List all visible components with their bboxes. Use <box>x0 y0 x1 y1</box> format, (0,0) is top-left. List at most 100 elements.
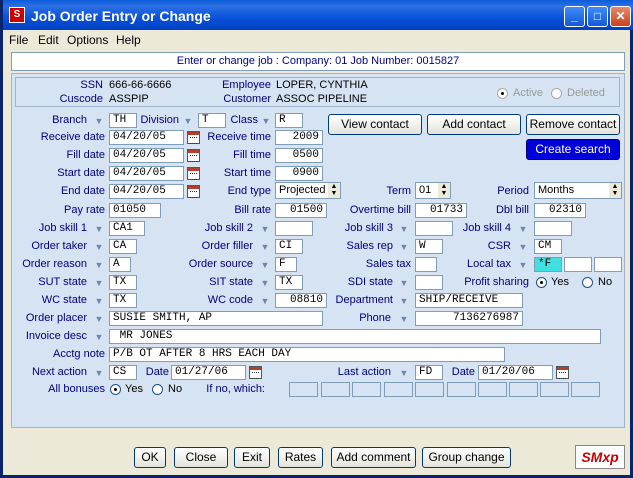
sit-state-dropdown-icon[interactable]: ▼ <box>259 276 271 290</box>
menu-file[interactable]: File <box>9 33 28 47</box>
create-search-button[interactable]: Create search <box>526 139 620 160</box>
branch-field[interactable]: TH <box>109 113 137 128</box>
invoice-desc-dropdown-icon[interactable]: ▼ <box>93 330 105 344</box>
bonus-box[interactable] <box>384 382 413 397</box>
last-action-field[interactable]: FD <box>415 365 443 380</box>
start-date-field[interactable]: 04/20/05 <box>109 166 184 181</box>
profit-sharing-yes-radio[interactable] <box>536 277 547 288</box>
order-filler-field[interactable]: CI <box>275 239 303 254</box>
wc-state-dropdown-icon[interactable]: ▼ <box>93 294 105 308</box>
sut-state-dropdown-icon[interactable]: ▼ <box>93 276 105 290</box>
pay-rate-field[interactable]: 01050 <box>109 203 161 218</box>
bonus-box[interactable] <box>352 382 381 397</box>
bonus-box[interactable] <box>571 382 600 397</box>
spinner-icon[interactable]: ▲ ▼ <box>438 183 450 198</box>
receive-time-field[interactable]: 2009 <box>275 130 323 145</box>
bonus-box[interactable] <box>540 382 569 397</box>
sut-state-field[interactable]: TX <box>109 275 137 290</box>
fill-time-field[interactable]: 0500 <box>275 148 323 163</box>
close-button[interactable]: Close <box>174 447 228 468</box>
close-window-button[interactable]: ✕ <box>610 6 631 27</box>
csr-field[interactable]: CM <box>534 239 562 254</box>
minimize-button[interactable]: _ <box>564 6 585 27</box>
order-filler-dropdown-icon[interactable]: ▼ <box>259 240 271 254</box>
calendar-icon[interactable] <box>187 185 200 198</box>
order-source-dropdown-icon[interactable]: ▼ <box>259 258 271 272</box>
order-source-field[interactable]: F <box>275 257 297 272</box>
local-tax-field[interactable]: *F <box>534 257 562 272</box>
local-tax-field-3[interactable] <box>594 257 622 272</box>
spinner-icon[interactable]: ▲ ▼ <box>328 183 340 198</box>
invoice-desc-field[interactable]: MR JONES <box>109 329 601 344</box>
menu-help[interactable]: Help <box>116 33 141 47</box>
class-dropdown-icon[interactable]: ▼ <box>260 114 272 128</box>
bonus-box[interactable] <box>478 382 507 397</box>
last-action-dropdown-icon[interactable]: ▼ <box>398 366 410 380</box>
next-action-field[interactable]: CS <box>109 365 137 380</box>
add-contact-button[interactable]: Add contact <box>427 114 521 135</box>
csr-dropdown-icon[interactable]: ▼ <box>517 240 529 254</box>
local-tax-dropdown-icon[interactable]: ▼ <box>517 258 529 272</box>
maximize-button[interactable]: □ <box>587 6 608 27</box>
spinner-icon[interactable]: ▲ ▼ <box>609 183 621 198</box>
wc-state-field[interactable]: TX <box>109 293 137 308</box>
sdi-state-field[interactable] <box>415 275 443 290</box>
division-field[interactable]: T <box>198 113 226 128</box>
menu-edit[interactable]: Edit <box>38 33 59 47</box>
calendar-icon[interactable] <box>187 149 200 162</box>
next-date-field[interactable]: 01/27/06 <box>171 365 246 380</box>
acctg-note-field[interactable]: P/B OT AFTER 8 HRS EACH DAY <box>109 347 505 362</box>
branch-dropdown-icon[interactable]: ▼ <box>93 114 105 128</box>
calendar-icon[interactable] <box>187 131 200 144</box>
all-bonuses-yes-radio[interactable] <box>110 384 121 395</box>
sales-rep-field[interactable]: W <box>415 239 443 254</box>
active-radio[interactable] <box>497 88 508 99</box>
division-dropdown-icon[interactable]: ▼ <box>182 114 194 128</box>
menu-options[interactable]: Options <box>67 33 108 47</box>
sdi-state-dropdown-icon[interactable]: ▼ <box>398 276 410 290</box>
dbl-bill-field[interactable]: 02310 <box>534 203 586 218</box>
local-tax-field-2[interactable] <box>564 257 592 272</box>
end-type-select[interactable]: Projected ▲ ▼ <box>275 182 341 199</box>
rates-button[interactable]: Rates <box>278 447 323 468</box>
job-skill1-dropdown-icon[interactable]: ▼ <box>93 222 105 236</box>
bonus-box[interactable] <box>447 382 476 397</box>
order-reason-field[interactable]: A <box>109 257 131 272</box>
calendar-icon[interactable] <box>249 366 262 379</box>
period-select[interactable]: Months ▲ ▼ <box>534 182 622 199</box>
job-skill3-dropdown-icon[interactable]: ▼ <box>398 222 410 236</box>
deleted-radio[interactable] <box>551 88 562 99</box>
calendar-icon[interactable] <box>187 167 200 180</box>
bonus-box[interactable] <box>415 382 444 397</box>
phone-dropdown-icon[interactable]: ▼ <box>398 312 410 326</box>
profit-sharing-no-radio[interactable] <box>582 277 593 288</box>
order-taker-dropdown-icon[interactable]: ▼ <box>93 240 105 254</box>
bill-rate-field[interactable]: 01500 <box>275 203 327 218</box>
add-comment-button[interactable]: Add comment <box>331 447 416 468</box>
start-time-field[interactable]: 0900 <box>275 166 323 181</box>
job-skill2-dropdown-icon[interactable]: ▼ <box>259 222 271 236</box>
department-dropdown-icon[interactable]: ▼ <box>398 294 410 308</box>
class-field[interactable]: R <box>275 113 303 128</box>
exit-button[interactable]: Exit <box>234 447 270 468</box>
job-skill4-field[interactable] <box>534 221 572 236</box>
next-action-dropdown-icon[interactable]: ▼ <box>93 366 105 380</box>
bonus-box[interactable] <box>289 382 318 397</box>
phone-field[interactable]: 7136276987 <box>415 311 523 326</box>
order-placer-dropdown-icon[interactable]: ▼ <box>93 312 105 326</box>
bonus-box[interactable] <box>321 382 350 397</box>
overtime-bill-field[interactable]: 01733 <box>415 203 467 218</box>
job-skill4-dropdown-icon[interactable]: ▼ <box>517 222 529 236</box>
order-reason-dropdown-icon[interactable]: ▼ <box>93 258 105 272</box>
last-date-field[interactable]: 01/20/06 <box>478 365 553 380</box>
end-date-field[interactable]: 04/20/05 <box>109 184 184 199</box>
ok-button[interactable]: OK <box>134 447 166 468</box>
job-skill2-field[interactable] <box>275 221 313 236</box>
fill-date-field[interactable]: 04/20/05 <box>109 148 184 163</box>
bonus-box[interactable] <box>509 382 538 397</box>
order-taker-field[interactable]: CA <box>109 239 137 254</box>
term-select[interactable]: 01 ▲ ▼ <box>415 182 451 199</box>
order-placer-field[interactable]: SUSIE SMITH, AP <box>109 311 323 326</box>
calendar-icon[interactable] <box>556 366 569 379</box>
all-bonuses-no-radio[interactable] <box>152 384 163 395</box>
